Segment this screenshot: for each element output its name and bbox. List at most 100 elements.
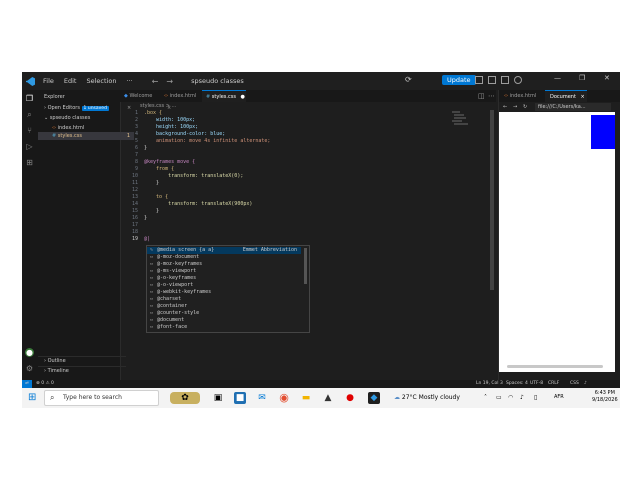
minimap[interactable] — [450, 110, 470, 130]
mail-icon[interactable]: ✉ — [256, 392, 268, 404]
back-icon[interactable]: ← — [503, 102, 507, 112]
reload-icon[interactable]: ↻ — [523, 102, 527, 112]
folder-section[interactable]: ⌄ spseudo classes — [38, 114, 126, 122]
minimize-icon[interactable]: — — [554, 74, 561, 82]
language-mode[interactable]: CSS — [570, 380, 579, 388]
timeline-section[interactable]: › Timeline — [38, 366, 126, 375]
toggle-secondary-sidebar-icon[interactable] — [501, 76, 509, 84]
tab-index-html[interactable]: ‹› index.html — [499, 90, 541, 102]
task-view-icon[interactable]: ▣ — [212, 392, 224, 404]
tab-label: index.html — [509, 93, 537, 99]
encoding[interactable]: UTF-8 — [530, 380, 543, 388]
close-icon[interactable]: ✕ — [604, 74, 610, 82]
remote-indicator-icon[interactable]: ⇌ — [22, 380, 32, 388]
notifications-bell-icon[interactable]: ♪ — [584, 380, 587, 388]
keyword-icon: ▭ — [150, 310, 154, 316]
code-line: width: 100px; — [144, 117, 196, 123]
forward-icon[interactable]: → — [513, 102, 517, 112]
keyword-icon: ▭ — [150, 317, 154, 323]
app-icon[interactable]: ● — [344, 392, 356, 404]
suggestion-item[interactable]: ▭ @-o-keyframes — [147, 275, 301, 282]
app-icon[interactable]: ▲ — [322, 392, 334, 404]
news-widget-icon[interactable]: ✿ — [170, 392, 200, 404]
manage-gear-icon[interactable]: ⚙ — [25, 364, 34, 373]
windows-start-icon[interactable]: ⊞ — [28, 393, 38, 403]
input-language[interactable]: AFR — [554, 394, 564, 400]
open-editors-section[interactable]: › Open Editors 1 unsaved — [38, 104, 126, 112]
url-bar[interactable]: file:///C:/Users/ka... — [535, 103, 611, 111]
suggestion-label: @-moz-keyframes — [157, 261, 203, 267]
outline-section[interactable]: › Outline — [38, 356, 126, 365]
menu-more[interactable]: ··· — [121, 77, 137, 85]
preview-scrollbar[interactable] — [507, 365, 603, 368]
suggestion-label: @-ms-viewport — [157, 268, 197, 274]
cursor-position[interactable]: Ln 19, Col 3 — [476, 380, 503, 388]
split-editor-icon[interactable]: ◫ — [478, 92, 485, 100]
toggle-sidebar-icon[interactable] — [475, 76, 483, 84]
suggestion-item[interactable]: ▭ @-moz-document — [147, 254, 301, 261]
volume-icon[interactable]: ♪ — [520, 394, 524, 401]
breadcrumb[interactable]: styles.css > ... — [120, 102, 496, 110]
tab-document[interactable]: Document × — [545, 90, 587, 102]
tab-welcome[interactable]: ◆ Welcome × — [120, 90, 160, 111]
tab-label: Welcome — [129, 93, 153, 99]
editor-scrollbar[interactable] — [490, 110, 494, 290]
code-line: to { — [144, 194, 169, 200]
line-endings[interactable]: CRLF — [548, 380, 559, 388]
suggestion-item[interactable]: ▭ @document — [147, 317, 301, 324]
file-label: styles.css — [57, 133, 82, 139]
source-control-icon[interactable]: ⑂ — [25, 126, 34, 135]
menu-file[interactable]: File — [38, 77, 59, 85]
suggestion-item[interactable]: ▭ @-ms-viewport — [147, 268, 301, 275]
suggestion-item[interactable]: ▭ @-o-viewport — [147, 282, 301, 289]
menu-edit[interactable]: Edit — [59, 77, 82, 85]
suggestion-item[interactable]: ▭ @container — [147, 303, 301, 310]
suggestion-label: @-o-viewport — [157, 282, 194, 288]
file-explorer-icon[interactable]: ▬ — [300, 392, 312, 404]
toggle-panel-icon[interactable] — [488, 76, 496, 84]
indentation[interactable]: Spaces: 4 — [506, 380, 528, 388]
command-center-search[interactable]: spseudo classes — [191, 77, 244, 85]
weather[interactable]: ☁ 27°C Mostly cloudy — [394, 394, 460, 401]
code-line: transform: translateX(900px) — [144, 201, 253, 207]
extensions-icon[interactable]: ⊞ — [25, 158, 34, 167]
store-icon[interactable]: ■ — [234, 392, 246, 404]
menu-selection[interactable]: Selection — [81, 77, 121, 85]
suggestion-item[interactable]: ▭ @font-face — [147, 324, 301, 331]
tab-styles-css[interactable]: # styles.css ● — [202, 90, 246, 102]
problems-indicator[interactable]: ⊗ 0 ⚠ 0 — [36, 380, 54, 388]
suggestion-item[interactable]: ▭ @charset — [147, 296, 301, 303]
globe-icon[interactable] — [514, 76, 522, 84]
clock[interactable]: 6:43 PM 9/18/2026 — [592, 390, 618, 404]
update-button[interactable]: Update — [442, 75, 476, 85]
more-actions-icon[interactable]: ⋯ — [488, 92, 495, 100]
wrench-icon: ✎ — [150, 247, 154, 253]
suggestion-item[interactable]: ▭ @counter-style — [147, 310, 301, 317]
search-icon: ⌕ — [50, 393, 55, 402]
explorer-icon[interactable]: ❐ — [25, 94, 34, 103]
vscode-taskbar-icon[interactable]: ◆ — [368, 392, 380, 404]
status-bar: ⇌ ⊗ 0 ⚠ 0 Ln 19, Col 3 Spaces: 4 UTF-8 C… — [22, 380, 620, 388]
back-icon[interactable]: ← — [152, 77, 159, 86]
taskbar-search[interactable]: ⌕ Type here to search — [44, 390, 159, 406]
unsaved-dot-icon[interactable]: ● — [241, 94, 245, 100]
suggestion-item[interactable]: ▭ @-moz-keyframes — [147, 261, 301, 268]
account-avatar-icon[interactable]: ● — [25, 348, 34, 357]
maximize-icon[interactable]: ❐ — [579, 74, 585, 82]
suggestion-scrollbar[interactable] — [304, 248, 307, 284]
search-icon[interactable]: ⌕ — [25, 110, 34, 119]
suggestion-item[interactable]: ✎ @media screen {a a} Emmet Abbreviation — [147, 247, 301, 254]
tab-close-icon[interactable]: × — [581, 94, 585, 100]
network-icon[interactable]: ▭ — [496, 394, 502, 401]
code-line: } — [144, 145, 148, 151]
chrome-icon[interactable]: ◉ — [278, 392, 290, 404]
tab-index-html[interactable]: ‹› index.html × — [160, 90, 202, 111]
preview-pane: ‹› index.html Document × ← → ↻ file:///C… — [498, 90, 620, 382]
wifi-icon[interactable]: ◠ — [508, 394, 513, 401]
battery-icon[interactable]: ▯ — [534, 394, 537, 401]
forward-icon[interactable]: → — [166, 77, 173, 86]
show-hidden-icons-icon[interactable]: ˄ — [484, 394, 487, 401]
suggestion-item[interactable]: ▭ @-webkit-keyframes — [147, 289, 301, 296]
copilot-icon[interactable]: ⟳ — [405, 75, 412, 84]
run-debug-icon[interactable]: ▷ — [25, 142, 34, 151]
